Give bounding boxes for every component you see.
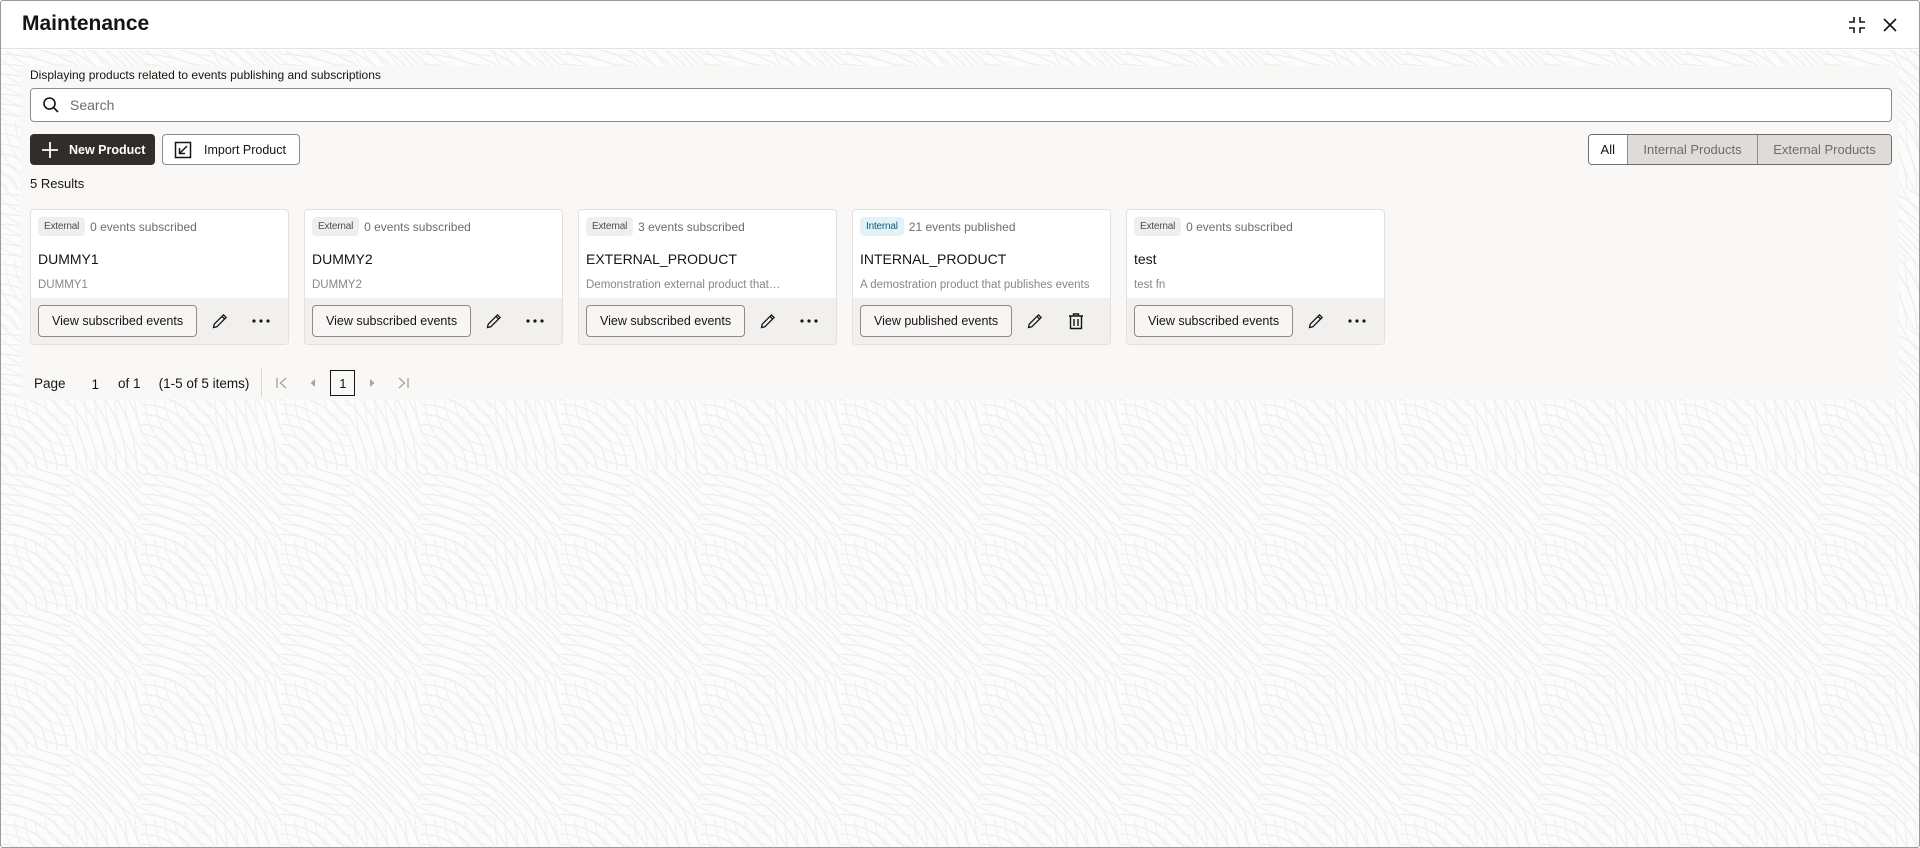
more-options-button[interactable] [795, 307, 823, 335]
delete-button[interactable] [1062, 307, 1090, 335]
more-options-button[interactable] [521, 307, 549, 335]
product-card: External 0 events subscribed test test f… [1126, 209, 1385, 345]
trash-icon [1069, 313, 1084, 330]
previous-page-icon [310, 379, 316, 387]
product-name: DUMMY1 [38, 251, 99, 267]
type-badge: External [312, 217, 360, 236]
product-name: INTERNAL_PRODUCT [860, 251, 1007, 267]
product-name: test [1134, 251, 1157, 267]
edit-button[interactable] [754, 307, 782, 335]
import-product-button[interactable]: Import Product [162, 134, 300, 165]
view-events-button[interactable]: View subscribed events [1134, 305, 1294, 337]
search-icon [42, 96, 60, 114]
dialog-header: Maintenance [1, 1, 1919, 49]
first-page-button[interactable] [273, 374, 291, 392]
filter-internal-products[interactable]: Internal Products [1627, 135, 1757, 164]
pager-divider [261, 369, 263, 397]
product-description: A demostration product that publishes ev… [860, 279, 1090, 291]
panel-subtitle: Displaying products related to events pu… [30, 68, 381, 82]
page-total: of 1 [118, 375, 141, 391]
maintenance-dialog: Maintenance Displaying products related … [0, 0, 1920, 848]
product-name: EXTERNAL_PRODUCT [586, 251, 737, 267]
type-badge: External [38, 217, 86, 236]
view-events-button[interactable]: View subscribed events [312, 305, 472, 337]
type-badge: External [586, 217, 634, 236]
type-badge: Internal [860, 217, 904, 236]
event-count: 3 events subscribed [638, 219, 745, 234]
edit-button[interactable] [206, 307, 234, 335]
pencil-icon [760, 313, 776, 329]
product-description: Demonstration external product that… [586, 279, 781, 291]
more-options-button[interactable] [1343, 307, 1371, 335]
event-count: 21 events published [908, 219, 1016, 234]
more-icon [252, 319, 270, 323]
more-icon [1348, 319, 1366, 323]
import-product-label: Import Product [204, 142, 286, 157]
next-page-button[interactable] [363, 374, 381, 392]
product-card: External 0 events subscribed DUMMY1 DUMM… [30, 209, 289, 345]
search-input[interactable] [70, 97, 1770, 113]
page-range: (1-5 of 5 items) [158, 375, 250, 391]
page-title: Maintenance [22, 12, 150, 35]
page-label: Page [34, 375, 66, 391]
new-product-button[interactable]: New Product [30, 134, 155, 165]
view-events-button[interactable]: View subscribed events [38, 305, 198, 337]
pencil-icon [486, 313, 502, 329]
view-events-button[interactable]: View published events [860, 305, 1013, 337]
more-icon [526, 319, 544, 323]
pencil-icon [1027, 313, 1043, 329]
next-page-icon [370, 379, 375, 387]
edit-button[interactable] [1021, 307, 1049, 335]
product-description: DUMMY2 [312, 279, 362, 291]
content-panel: Displaying products related to events pu… [21, 66, 1899, 399]
close-button[interactable] [1878, 13, 1902, 37]
current-page-button[interactable]: 1 [330, 370, 356, 396]
results-count: 5 Results [30, 176, 85, 191]
product-card: External 3 events subscribed EXTERNAL_PR… [578, 209, 837, 345]
pencil-icon [212, 313, 228, 329]
last-page-button[interactable] [394, 374, 412, 392]
first-page-icon [276, 377, 287, 389]
event-count: 0 events subscribed [90, 219, 197, 234]
previous-page-button[interactable] [304, 374, 322, 392]
filter-external-products[interactable]: External Products [1757, 135, 1891, 164]
last-page-icon [398, 377, 410, 389]
pencil-icon [1308, 313, 1324, 329]
collapse-icon [1849, 17, 1865, 33]
event-count: 0 events subscribed [364, 219, 471, 234]
type-badge: External [1134, 217, 1182, 236]
product-type-filter: All Internal Products External Products [1587, 134, 1892, 165]
product-card: Internal 21 events published INTERNAL_PR… [852, 209, 1111, 345]
filter-all[interactable]: All [1588, 135, 1627, 164]
new-product-label: New Product [69, 142, 146, 157]
plus-icon [41, 141, 59, 159]
view-events-button[interactable]: View subscribed events [586, 305, 746, 337]
page-number-input[interactable]: 1 [92, 374, 100, 392]
product-description: test fn [1134, 279, 1166, 291]
collapse-button[interactable] [1845, 13, 1869, 37]
more-icon [800, 319, 818, 323]
product-cards: External 0 events subscribed DUMMY1 DUMM… [30, 209, 1385, 345]
search-field[interactable] [30, 88, 1892, 122]
pagination: Page 1 of 1 (1-5 of 5 items) 1 [34, 369, 412, 397]
more-options-button[interactable] [247, 307, 275, 335]
edit-button[interactable] [480, 307, 508, 335]
product-description: DUMMY1 [38, 279, 88, 291]
close-icon [1883, 18, 1897, 32]
import-icon [174, 141, 192, 159]
event-count: 0 events subscribed [1186, 219, 1293, 234]
product-name: DUMMY2 [312, 251, 373, 267]
product-card: External 0 events subscribed DUMMY2 DUMM… [304, 209, 563, 345]
edit-button[interactable] [1302, 307, 1330, 335]
